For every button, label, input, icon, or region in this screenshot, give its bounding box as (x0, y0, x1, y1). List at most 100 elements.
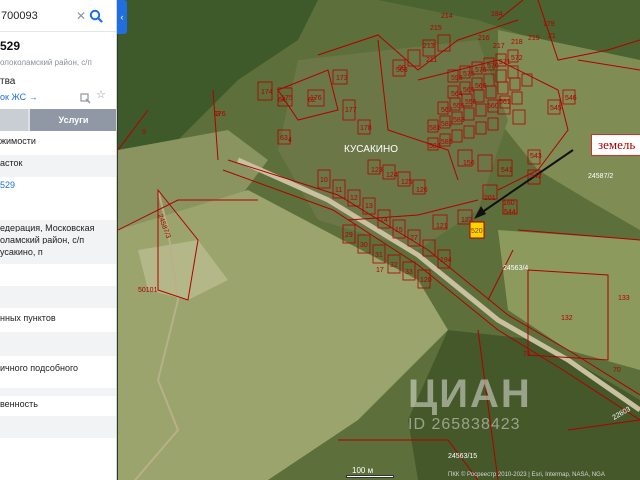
parcel-label: 71 (523, 351, 531, 358)
parcel-label: 174 (261, 89, 273, 96)
parcel-label: 566 (475, 83, 487, 90)
parcel-label: 598 (451, 75, 463, 82)
parcel-label: 575 (463, 71, 475, 78)
parcel-label: 545 (550, 105, 562, 112)
info-row (0, 286, 116, 308)
parcel-label: 564 (451, 91, 463, 98)
housing-link[interactable]: ок ЖС → (0, 92, 38, 102)
chevron-left-icon[interactable]: ‹ (117, 0, 127, 34)
close-icon[interactable]: ✕ (75, 8, 87, 24)
parcel-label: 562 (441, 107, 453, 114)
selected-parcel-label: 520 (471, 228, 483, 235)
parcel-label: 218 (511, 39, 523, 46)
parcel-label: 13 (365, 203, 373, 210)
parcel-label: 33 (405, 269, 413, 276)
parcel-label: 124 (386, 172, 398, 179)
parcel-label: 217 (493, 43, 505, 50)
parcel-label: 31 (375, 252, 383, 259)
parcel-label: 216 (478, 35, 490, 42)
parcel-label: 178 (360, 125, 372, 132)
cadastral-label: 24563/15 (448, 453, 477, 460)
parcel-label: 4 (288, 137, 292, 144)
parcel-label: 177 (345, 107, 357, 114)
parcel-label: 15 (395, 227, 403, 234)
parcel-label: 544 (504, 209, 516, 216)
parcel-label: 27 (410, 235, 418, 242)
parcel-label: 541 (501, 167, 513, 174)
search-input[interactable] (0, 8, 72, 24)
object-address: олоколамский район, с/п (0, 58, 92, 67)
info-panel: ✕ 529 олоколамский район, с/п тва ок ЖС … (0, 0, 117, 480)
parcel-label: 576 (475, 67, 487, 74)
parcel-label: 125 (401, 179, 413, 186)
parcel-label: 581 (429, 125, 441, 132)
info-row (0, 332, 116, 356)
parcel-label: 184 (491, 11, 503, 18)
callout-label: земель (591, 134, 640, 156)
satellite-map[interactable]: 520 КУСАКИНО 214 184 179 215 216 217 218… (118, 0, 640, 480)
scale-label: 100 м (352, 466, 374, 475)
info-row: оламский район, с/п (0, 232, 116, 245)
parcel-label: 542 (530, 173, 542, 180)
map-copyright: ПКК © Росреестр 2010-2023 | Esri, Interm… (448, 472, 605, 478)
parcel-label: 63 (280, 135, 288, 142)
parcel-label: 173 (336, 75, 348, 82)
parcel-label: 121 (436, 223, 448, 230)
info-row: асток (0, 155, 116, 177)
parcel-label: 64 (278, 97, 286, 104)
parcel-label: 30 (360, 242, 368, 249)
page-title: 529 (0, 39, 21, 53)
parcel-label: 29 (345, 232, 353, 239)
parcel-label: 11 (335, 187, 342, 194)
parcel-label: 12 (350, 195, 358, 202)
info-row: ичного подсобного (0, 363, 79, 373)
parcel-label: 194 (440, 257, 452, 264)
parcel-label: 32 (390, 262, 398, 269)
parcel-label: 583 (453, 117, 465, 124)
parcel-label: 133 (618, 295, 630, 302)
parcel-label: 14 (380, 217, 388, 224)
parcel-label: 126 (416, 187, 428, 194)
scale-line (346, 475, 394, 478)
parcel-label: 201 (484, 195, 496, 202)
pin-icon[interactable] (80, 91, 91, 104)
parcel-label: 10 (320, 177, 328, 184)
parcel-label: 132 (561, 315, 573, 322)
parcel-label: 584 (429, 143, 441, 150)
parcel-label: 99 (398, 65, 406, 72)
cadastral-number-link[interactable]: 529 (0, 177, 116, 199)
cadastral-label: 24587/2 (588, 173, 613, 180)
map-view[interactable]: 520 КУСАКИНО 214 184 179 215 216 217 218… (118, 0, 640, 480)
star-icon[interactable]: ☆ (96, 88, 106, 101)
parcel-label: 555 (453, 103, 465, 110)
info-row: венность (0, 399, 38, 409)
parcel-label: 219 (528, 35, 540, 42)
tab-services[interactable]: Услуги (30, 109, 116, 131)
info-row (0, 264, 116, 286)
parcel-label: 546 (565, 95, 577, 102)
parcel-label: 543 (530, 153, 542, 160)
parcel-label: 70 (613, 367, 621, 374)
watermark-id: ID 265838423 (408, 416, 521, 433)
parcel-label: 21 (548, 33, 556, 40)
parcel-label: 62 (308, 97, 316, 104)
tab-info[interactable] (0, 109, 28, 131)
parcel-label: 160 (503, 200, 515, 207)
info-row: нных пунктов (0, 313, 56, 323)
parcel-label: 211 (426, 57, 437, 64)
parcel-label: 214 (441, 13, 453, 20)
parcel-label: 571 (499, 59, 511, 66)
parcel-label: 570 (487, 63, 499, 70)
cadastral-label: 24563/4 (503, 265, 528, 272)
search-icon[interactable] (89, 8, 103, 24)
tab-bar: Услуги (0, 109, 116, 131)
parcel-label: 556 (465, 99, 477, 106)
parcel-label: 585 (441, 139, 453, 146)
info-row: едерация, Московская (0, 220, 116, 233)
parcel-label: 582 (441, 121, 453, 128)
info-row: жимости (0, 136, 36, 146)
parcel-label: 215 (430, 25, 442, 32)
cadastral-label: 50101 (138, 287, 158, 294)
parcel-label: 213 (423, 43, 435, 50)
info-row: усакино, п (0, 244, 116, 264)
